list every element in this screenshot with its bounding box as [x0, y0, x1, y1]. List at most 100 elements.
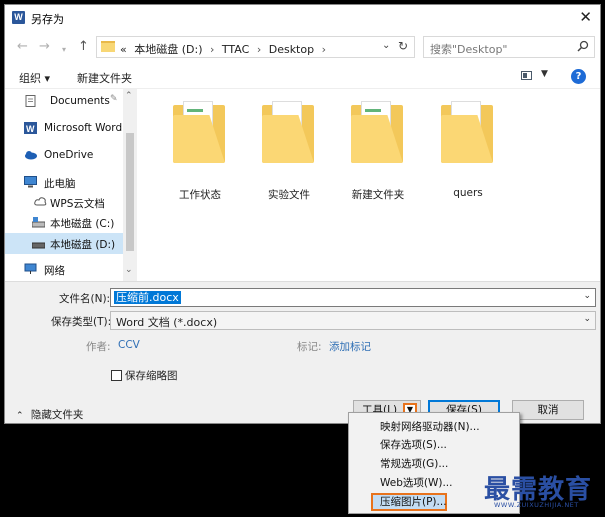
- scroll-thumb[interactable]: [126, 133, 134, 251]
- watermark-url: WWW.ZUIXUZHIJIA.NET: [494, 501, 579, 509]
- word-app-icon: W: [12, 11, 25, 24]
- document-icon: [25, 95, 36, 107]
- folder-label: quers: [453, 187, 483, 199]
- refresh-icon[interactable]: ↻: [398, 39, 408, 53]
- recent-locations-icon[interactable]: ▾: [62, 43, 66, 57]
- word-icon: W: [24, 122, 37, 134]
- folder-label: 工作状态: [179, 189, 221, 201]
- pin-icon[interactable]: ✎: [110, 94, 118, 104]
- sidebar-item-label: Documents: [50, 95, 110, 107]
- sidebar-item-label: OneDrive: [44, 149, 94, 161]
- search-input[interactable]: 搜索"Desktop": [430, 41, 507, 57]
- search-box[interactable]: 搜索"Desktop": [423, 36, 595, 58]
- cloud-icon: [25, 151, 37, 160]
- command-toolbar: 组织 ▾ 新建文件夹 ▼ ?: [5, 63, 600, 89]
- menu-item-web-options[interactable]: Web选项(W)...: [380, 475, 452, 490]
- network-icon: [24, 263, 37, 274]
- organize-button[interactable]: 组织 ▾: [19, 70, 50, 86]
- folder-label: 新建文件夹: [351, 189, 405, 201]
- sidebar-item-label: Microsoft Word: [44, 122, 123, 134]
- breadcrumb-separator[interactable]: ›: [318, 43, 330, 56]
- view-options-icon[interactable]: [521, 71, 532, 80]
- chevron-down-icon[interactable]: ⌄: [583, 314, 591, 324]
- menu-item-compress-pictures[interactable]: 压缩图片(P)...: [371, 493, 447, 511]
- sidebar-item-onedrive[interactable]: OneDrive: [5, 145, 123, 166]
- filename-field[interactable]: 压缩前.docx ⌄: [110, 288, 596, 307]
- save-as-dialog: W 另存为 ✕ ← → ▾ ↑ « 本地磁盘 (D:) › TTAC › Des…: [4, 4, 601, 424]
- folder-icon: [351, 101, 403, 163]
- filetype-value: Word 文档 (*.docx): [116, 316, 218, 329]
- chevron-down-icon[interactable]: ⌄: [382, 40, 390, 51]
- author-value[interactable]: CCV: [118, 339, 140, 351]
- cancel-button[interactable]: 取消: [512, 400, 584, 420]
- close-icon[interactable]: ✕: [579, 8, 592, 26]
- breadcrumb-overflow[interactable]: «: [120, 43, 127, 56]
- sidebar-item-label: 网络: [44, 265, 65, 277]
- chevron-down-icon[interactable]: ⌄: [125, 265, 133, 275]
- menu-item-general-options[interactable]: 常规选项(G)...: [380, 456, 448, 471]
- thumbnail-label[interactable]: 保存缩略图: [125, 368, 178, 383]
- folder-item[interactable]: 新建文件夹: [343, 101, 413, 201]
- navigation-bar: ← → ▾ ↑ « 本地磁盘 (D:) › TTAC › Desktop › ⌄…: [5, 33, 600, 63]
- sidebar-item-label: 本地磁盘 (C:): [50, 218, 115, 230]
- folder-icon: [101, 41, 115, 52]
- window-title: 另存为: [31, 13, 64, 26]
- author-label: 作者:: [86, 341, 111, 353]
- sidebar-scrollbar[interactable]: ⌃ ⌄: [123, 89, 137, 281]
- tags-label: 标记:: [297, 341, 322, 353]
- folder-label: 实验文件: [268, 189, 310, 201]
- sidebar-item-label: WPS云文档: [50, 198, 105, 210]
- menu-item-map-drive[interactable]: 映射网络驱动器(N)...: [380, 419, 480, 434]
- folder-icon: [173, 101, 225, 163]
- hide-folders-toggle[interactable]: ⌃ 隐藏文件夹: [16, 407, 83, 422]
- back-arrow-icon[interactable]: ←: [17, 40, 28, 54]
- chevron-down-icon[interactable]: ⌄: [583, 291, 591, 301]
- cloud-outline-icon: [34, 197, 47, 206]
- chevron-down-icon[interactable]: ▼: [541, 69, 548, 79]
- watermark-logo: 最需教育 WWW.ZUIXUZHIJIA.NET: [480, 467, 598, 513]
- filename-input[interactable]: 压缩前.docx: [114, 291, 181, 304]
- tags-value[interactable]: 添加标记: [329, 339, 371, 354]
- breadcrumb: « 本地磁盘 (D:) › TTAC › Desktop ›: [120, 41, 330, 57]
- navigation-pane: Documents ✎ W Microsoft Word OneDrive 此电…: [5, 89, 137, 281]
- filetype-label: 保存类型(T):: [51, 316, 112, 328]
- filetype-select[interactable]: Word 文档 (*.docx) ⌄: [110, 311, 596, 330]
- thumbnail-checkbox[interactable]: [111, 370, 122, 381]
- chevron-up-icon[interactable]: ⌃: [125, 91, 133, 101]
- breadcrumb-separator[interactable]: ›: [206, 43, 218, 56]
- up-arrow-icon[interactable]: ↑: [78, 40, 89, 54]
- help-icon[interactable]: ?: [571, 69, 586, 84]
- sidebar-item-label: 此电脑: [44, 178, 76, 190]
- breadcrumb-drive[interactable]: 本地磁盘 (D:): [130, 43, 202, 56]
- svg-text:W: W: [26, 124, 35, 134]
- address-bar[interactable]: « 本地磁盘 (D:) › TTAC › Desktop › ⌄ ↻: [96, 36, 415, 58]
- title-bar: W 另存为 ✕: [5, 5, 600, 31]
- computer-icon: [24, 176, 37, 188]
- filename-label: 文件名(N):: [59, 293, 111, 305]
- sidebar-item-documents[interactable]: Documents ✎: [5, 91, 123, 112]
- breadcrumb-ttac[interactable]: TTAC: [222, 43, 249, 56]
- breadcrumb-separator[interactable]: ›: [253, 43, 265, 56]
- sidebar-item-this-pc[interactable]: 此电脑: [5, 172, 123, 193]
- drive-icon: [32, 217, 45, 228]
- menu-item-save-options[interactable]: 保存选项(S)...: [380, 437, 447, 452]
- sidebar-item-wps-cloud[interactable]: WPS云文档: [5, 192, 123, 213]
- folder-item[interactable]: 实验文件: [254, 101, 324, 201]
- new-folder-button[interactable]: 新建文件夹: [77, 70, 132, 86]
- search-icon[interactable]: [577, 40, 589, 52]
- chevron-up-icon: ⌃: [16, 411, 24, 421]
- breadcrumb-desktop[interactable]: Desktop: [269, 43, 314, 56]
- save-options-panel: 文件名(N): 压缩前.docx ⌄ 保存类型(T): Word 文档 (*.d…: [5, 281, 600, 423]
- folder-item[interactable]: 工作状态: [165, 101, 235, 201]
- sidebar-item-network[interactable]: 网络: [5, 259, 123, 280]
- folder-icon: [441, 101, 493, 163]
- sidebar-item-microsoft-word[interactable]: W Microsoft Word: [5, 118, 123, 139]
- folder-item[interactable]: quers: [433, 101, 503, 201]
- folder-icon: [262, 101, 314, 163]
- sidebar-item-drive-d[interactable]: 本地磁盘 (D:): [5, 233, 123, 254]
- file-list: 工作状态 实验文件 新建文件夹 quers: [141, 89, 599, 281]
- forward-arrow-icon[interactable]: →: [39, 40, 50, 54]
- sidebar-item-label: 本地磁盘 (D:): [50, 239, 116, 251]
- sidebar-item-drive-c[interactable]: 本地磁盘 (C:): [5, 212, 123, 233]
- drive-icon: [32, 242, 45, 249]
